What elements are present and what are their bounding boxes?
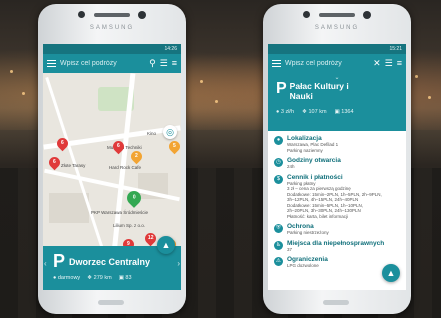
app-toolbar: Wpisz cel podróży ✕ ☰ ≡	[268, 54, 406, 73]
search-input[interactable]: Wpisz cel podróży	[60, 60, 145, 67]
status-bar: 14:26	[43, 44, 181, 54]
close-icon[interactable]: ✕	[373, 59, 381, 68]
section-title: Miejsca dla niepełnosprawnych	[287, 239, 385, 247]
front-camera-icon	[363, 11, 371, 19]
front-camera-icon	[138, 11, 146, 19]
parking-detail-header: ⌄ P Pałac Kultury i Nauki ● 3 zł/h ❖ 107…	[268, 73, 406, 131]
clock-icon: ◷	[274, 158, 283, 167]
app-toolbar: Wpisz cel podróży ⚲ ☰ ≡	[43, 54, 181, 73]
section-disabled-spaces: ♿ Miejsca dla niepełnosprawnych 37	[274, 240, 400, 253]
sensor-icon	[303, 11, 310, 18]
map-label: Kino	[147, 131, 157, 136]
city-light	[415, 75, 418, 78]
my-location-icon[interactable]: ◎	[163, 125, 177, 139]
earpiece-speaker	[94, 13, 130, 17]
section-title: Godziny otwarcia	[287, 157, 341, 164]
sensor-icon	[78, 11, 85, 18]
parking-name-line2: Nauki	[289, 91, 313, 101]
list-icon[interactable]: ≡	[172, 59, 177, 68]
parking-name-line1: Pałac Kultury i	[289, 81, 349, 91]
wheelchair-icon: ♿	[274, 240, 283, 250]
map-view[interactable]: Złote Tarasy Muzeum Techniki Hard Rock C…	[43, 73, 181, 253]
map-label: Złote Tarasy	[61, 163, 86, 168]
parking-name: Dworzec Centralny	[69, 256, 151, 267]
parking-pin[interactable]: 2	[128, 148, 145, 165]
city-light	[200, 80, 203, 83]
parking-pin[interactable]: 6	[46, 154, 63, 171]
section-text: LPG dozwolone	[287, 263, 319, 268]
home-button[interactable]	[98, 300, 124, 305]
parking-p-icon: P	[276, 80, 287, 97]
home-button[interactable]	[323, 300, 349, 305]
earpiece-speaker	[319, 13, 355, 17]
section-text: Warszawa, Plac Defilad 1 Parking naziemn…	[287, 142, 339, 153]
section-title: Ograniczenia	[287, 256, 328, 263]
filter-icon[interactable]: ☰	[385, 59, 393, 68]
status-time: 15:21	[389, 46, 402, 52]
section-title: Lokalizacja	[287, 135, 322, 142]
navigate-button[interactable]: ▲	[157, 236, 175, 254]
section-text: 37	[287, 246, 293, 252]
phone-left: SAMSUNG 14:26 Wpisz cel podróży ⚲ ☰ ≡ Zł…	[38, 4, 186, 314]
phone-brand: SAMSUNG	[314, 25, 360, 31]
section-text: 24h	[287, 164, 295, 169]
menu-icon[interactable]	[47, 60, 56, 67]
spaces-info: ▣ 83	[118, 275, 132, 281]
menu-icon[interactable]	[272, 60, 281, 67]
location-pin-icon: ●	[274, 136, 283, 145]
status-bar: 15:21	[268, 44, 406, 54]
warning-icon: ⚠	[274, 257, 283, 266]
city-light	[10, 70, 13, 73]
distance-info: ❖ 279 km	[87, 275, 112, 281]
list-icon[interactable]: ≡	[397, 59, 402, 68]
phone-right: SAMSUNG 15:21 Wpisz cel podróży ✕ ☰ ≡ ⌄ …	[263, 4, 411, 314]
parking-pin[interactable]: 5	[166, 138, 181, 155]
parking-p-icon: P	[53, 251, 66, 271]
map-label: Lilium Sp. z o.o.	[113, 223, 146, 228]
city-light	[215, 100, 218, 103]
filter-icon[interactable]: ☰	[160, 59, 168, 68]
section-text: Parking płatny 3 zł – cena za pierwszą g…	[287, 180, 382, 219]
section-pricing: $ Cennik i płatności Parking płatny 3 zł…	[274, 174, 400, 220]
status-time: 14:26	[164, 46, 177, 52]
chevron-down-icon[interactable]: ⌄	[276, 74, 398, 81]
section-text: Parking niestrzeżony	[287, 230, 329, 235]
coin-icon: $	[274, 174, 283, 184]
price-info: ● darmowy	[53, 275, 81, 281]
section-security: ⛨ Ochrona Parking niestrzeżony	[274, 223, 400, 236]
chevron-right-icon[interactable]: ›	[177, 259, 180, 268]
screen-detail-view: 15:21 Wpisz cel podróży ✕ ☰ ≡ ⌄ P Pałac …	[268, 44, 406, 290]
section-restrictions: ⚠ Ograniczenia LPG dozwolone	[274, 256, 400, 269]
section-title: Ochrona	[287, 223, 314, 230]
screen-map-view: 14:26 Wpisz cel podróży ⚲ ☰ ≡ Złote Tara…	[43, 44, 181, 290]
phone-brand: SAMSUNG	[89, 25, 135, 31]
navigate-button[interactable]: ▲	[382, 264, 400, 282]
search-input[interactable]: Wpisz cel podróży	[285, 60, 369, 67]
spaces-info: ▣ 1364	[334, 109, 354, 115]
map-label: Hard Rock Cafe	[109, 165, 142, 170]
map-label: PKP Warszawa Śródmieście	[91, 210, 149, 215]
parking-pin[interactable]: 12	[142, 230, 159, 247]
distance-info: ❖ 107 km	[302, 109, 327, 115]
city-light	[22, 92, 25, 95]
search-icon[interactable]: ⚲	[149, 59, 156, 68]
city-light	[428, 96, 431, 99]
building-block	[49, 193, 89, 223]
price-info: ● 3 zł/h	[276, 109, 295, 115]
shield-icon: ⛨	[274, 224, 283, 233]
section-hours: ◷ Godziny otwarcia 24h	[274, 157, 400, 170]
chevron-left-icon[interactable]: ‹	[44, 259, 47, 268]
section-location: ● Lokalizacja Warszawa, Plac Defilad 1 P…	[274, 135, 400, 153]
section-title: Cennik i płatności	[287, 173, 343, 181]
